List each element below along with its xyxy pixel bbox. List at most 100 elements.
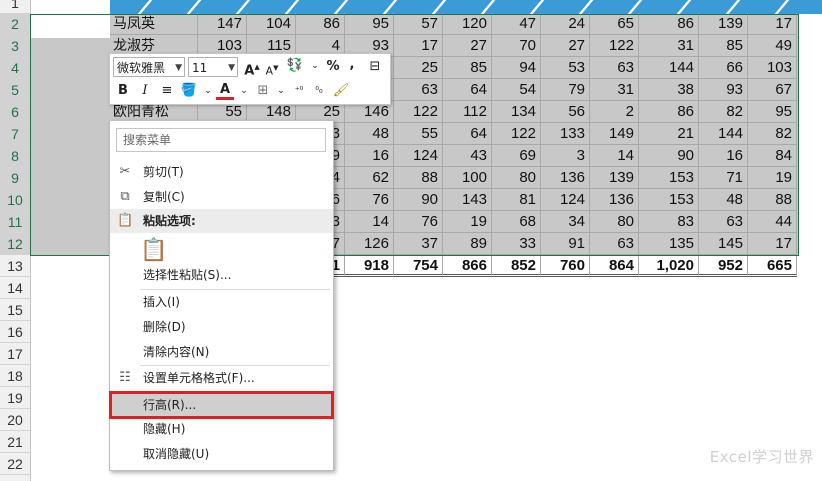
value-cell[interactable]: 71 [699,167,748,189]
value-cell[interactable]: 27 [541,35,590,57]
menu-item-clear-contents[interactable]: 清除内容(N) [110,340,333,364]
value-cell[interactable]: 65 [590,13,639,35]
row-header[interactable]: 18 [0,365,30,387]
value-cell[interactable]: 48 [345,123,394,145]
value-cell[interactable]: 149 [590,123,639,145]
menu-item-unhide[interactable]: 取消隐藏(U) [110,442,333,466]
value-cell[interactable]: 55 [394,123,443,145]
value-cell[interactable]: 136 [590,189,639,211]
value-cell[interactable]: 76 [345,189,394,211]
value-cell[interactable]: 1,020 [639,255,699,277]
value-cell[interactable]: 81 [492,189,541,211]
comma-style-button[interactable]: , [343,56,361,74]
shrink-font-icon[interactable]: A▼ [263,59,281,78]
value-cell[interactable]: 63 [394,79,443,101]
value-cell[interactable]: 139 [699,13,748,35]
value-cell[interactable]: 16 [699,145,748,167]
value-cell[interactable]: 918 [345,255,394,277]
value-cell[interactable]: 89 [443,233,492,255]
value-cell[interactable]: 122 [590,35,639,57]
value-cell[interactable]: 112 [443,101,492,123]
cell-a2[interactable] [30,14,110,38]
value-cell[interactable]: 3 [541,145,590,167]
value-cell[interactable]: 104 [247,13,296,35]
value-cell[interactable]: 38 [639,79,699,101]
accounting-format-icon[interactable]: 💱 [286,57,304,75]
value-cell[interactable]: 19 [748,167,797,189]
value-cell[interactable]: 16 [345,145,394,167]
value-cell[interactable]: 57 [394,13,443,35]
value-cell[interactable]: 68 [492,211,541,233]
italic-button[interactable]: I [136,82,154,100]
bold-button[interactable]: B [114,82,132,100]
value-cell[interactable]: 754 [394,255,443,277]
chevron-down-icon[interactable]: ⌄ [306,57,324,75]
menu-item-cut[interactable]: ✂ 剪切(T) [110,160,333,184]
value-cell[interactable]: 864 [590,255,639,277]
value-cell[interactable]: 80 [492,167,541,189]
value-cell[interactable]: 124 [541,189,590,211]
format-painter-icon[interactable]: 🖌 [332,82,350,100]
value-cell[interactable]: 144 [699,123,748,145]
menu-item-delete[interactable]: 删除(D) [110,315,333,339]
align-center-icon[interactable]: ≡ [158,82,176,100]
value-cell[interactable]: 88 [748,189,797,211]
row-header[interactable]: 14 [0,277,30,299]
menu-search-input[interactable]: 搜索菜单 [116,128,326,152]
row-header[interactable]: 2 [0,13,30,35]
value-cell[interactable]: 25 [394,57,443,79]
value-cell[interactable]: 17 [748,233,797,255]
chevron-down-icon[interactable]: ⌄ [199,82,217,100]
value-cell[interactable]: 63 [699,211,748,233]
value-cell[interactable]: 2 [590,101,639,123]
value-cell[interactable]: 86 [639,101,699,123]
value-cell[interactable]: 64 [443,79,492,101]
value-cell[interactable]: 27 [443,35,492,57]
value-cell[interactable]: 17 [748,13,797,35]
value-cell[interactable]: 17 [394,35,443,57]
value-cell[interactable]: 85 [443,57,492,79]
value-cell[interactable]: 82 [699,101,748,123]
row-header[interactable]: 5 [0,79,30,101]
value-cell[interactable]: 153 [639,189,699,211]
chevron-down-icon[interactable]: ⌄ [272,82,290,100]
value-cell[interactable]: 93 [699,79,748,101]
percent-style-button[interactable]: % [324,58,342,76]
row-header[interactable]: 12 [0,233,30,255]
value-cell[interactable]: 21 [639,123,699,145]
value-cell[interactable]: 76 [394,211,443,233]
name-cell[interactable]: 马凤英 [110,13,198,35]
row-header[interactable]: 20 [0,409,30,431]
value-cell[interactable]: 44 [748,211,797,233]
increase-decimal-icon[interactable]: ⁺⁰ [290,82,308,100]
value-cell[interactable]: 90 [639,145,699,167]
value-cell[interactable]: 91 [541,233,590,255]
value-cell[interactable]: 63 [590,233,639,255]
value-cell[interactable]: 14 [590,145,639,167]
value-cell[interactable]: 48 [699,189,748,211]
row-header[interactable]: 19 [0,387,30,409]
value-cell[interactable]: 24 [541,13,590,35]
value-cell[interactable]: 134 [492,101,541,123]
value-cell[interactable]: 80 [590,211,639,233]
value-cell[interactable]: 760 [541,255,590,277]
value-cell[interactable]: 135 [639,233,699,255]
value-cell[interactable]: 19 [443,211,492,233]
menu-item-insert[interactable]: 插入(I) [110,290,333,314]
fill-color-icon[interactable]: 🪣 [180,82,198,100]
value-cell[interactable]: 37 [394,233,443,255]
menu-item-hide[interactable]: 隐藏(H) [110,417,333,441]
font-color-button[interactable]: A [216,81,234,100]
merge-center-icon[interactable]: ⊟ [366,58,384,76]
row-header[interactable]: 11 [0,211,30,233]
menu-item-row-height[interactable]: 行高(R)... [109,391,334,419]
value-cell[interactable]: 144 [639,57,699,79]
value-cell[interactable]: 122 [492,123,541,145]
value-cell[interactable]: 64 [443,123,492,145]
value-cell[interactable]: 90 [394,189,443,211]
row-header[interactable]: 15 [0,299,30,321]
value-cell[interactable]: 120 [443,13,492,35]
value-cell[interactable]: 866 [443,255,492,277]
value-cell[interactable]: 66 [699,57,748,79]
value-cell[interactable]: 136 [541,167,590,189]
